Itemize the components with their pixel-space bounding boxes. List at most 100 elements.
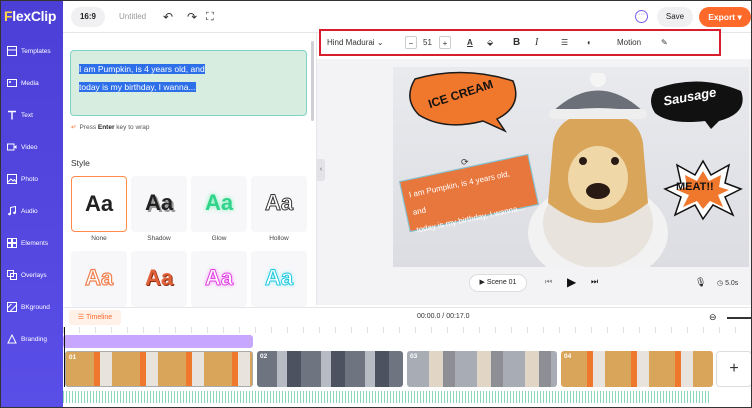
text-color-icon[interactable]: A — [467, 36, 473, 49]
audio-waveform[interactable] — [63, 391, 711, 403]
sidebar-item-templates[interactable]: Templates — [1, 37, 63, 67]
timeline-area: 01 02 03 04 + — [63, 327, 751, 407]
alignment-icon[interactable]: ☰ — [561, 36, 568, 49]
next-scene-icon[interactable]: ⏭ — [591, 277, 598, 287]
zoom-out-icon[interactable]: ⊖ — [709, 312, 717, 323]
flexclip-logo[interactable]: FlexClip — [4, 8, 56, 24]
style-hollow-card[interactable]: Aa — [251, 176, 307, 232]
sidebar-item-label: Elements — [21, 240, 49, 247]
style-cyan-neon-card[interactable]: Aa — [251, 251, 307, 307]
style-sample: Aa — [264, 265, 294, 291]
text-content-input[interactable]: I am Pumpkin, is 4 years old, and today … — [70, 50, 307, 116]
font-size-increase-button[interactable]: + — [439, 36, 451, 49]
sidebar-item-label: Templates — [21, 48, 51, 55]
previous-scene-icon[interactable]: ⏮ — [545, 277, 552, 287]
clip-number: 01 — [69, 354, 77, 361]
video-canvas[interactable]: ICE CREAM Sausage MEAT!! ⟳ I am Pumpkin,… — [393, 67, 749, 267]
highlight-color-icon[interactable]: ⬙ — [487, 36, 493, 49]
style-section-title: Style — [71, 158, 90, 168]
sidebar-item-video[interactable]: Video — [1, 133, 63, 163]
style-shadow-card[interactable]: Aa — [131, 176, 187, 232]
italic-icon[interactable]: I — [535, 36, 538, 49]
style-label: Glow — [211, 235, 227, 242]
chevron-down-icon: ⌄ — [376, 38, 384, 47]
timeline-clip-1[interactable]: 01 — [65, 351, 253, 387]
style-sample: Aa — [204, 265, 234, 291]
sidebar-item-text[interactable]: Text — [1, 101, 63, 131]
style-pink-neon-card[interactable]: Aa — [191, 251, 247, 307]
timeline-clip-2[interactable]: 02 — [257, 351, 403, 387]
bold-icon[interactable]: B — [513, 36, 520, 49]
sidebar-item-label: Audio — [21, 208, 38, 215]
save-button[interactable]: Save — [657, 7, 693, 27]
timeline-clip-4[interactable]: 04 — [561, 351, 713, 387]
clip-number: 04 — [564, 353, 572, 360]
elements-icon — [7, 238, 17, 248]
sidebar-item-elements[interactable]: Elements — [1, 229, 63, 259]
video-icon — [7, 143, 17, 151]
chat-icon[interactable]: ··· — [635, 10, 648, 23]
style-sample: Aa — [204, 190, 234, 215]
scene-duration[interactable]: ◷ 5.0s — [717, 279, 738, 287]
export-button[interactable]: Export ▾ — [699, 7, 751, 27]
style-sample: Aa — [264, 190, 294, 216]
sidebar-item-background[interactable]: BKground — [1, 293, 63, 323]
redo-icon[interactable]: ↷ — [187, 10, 197, 24]
microphone-icon[interactable]: 🎙 — [695, 277, 706, 288]
sidebar-item-label: BKground — [21, 304, 50, 311]
selected-text-element[interactable]: I am Pumpkin, is 4 years old, and today … — [399, 153, 539, 235]
style-sample: Aa — [144, 265, 174, 290]
text-line-1: I am Pumpkin, is 4 years old, and — [79, 64, 205, 74]
style-label: None — [91, 235, 107, 242]
style-label: Hollow — [269, 235, 289, 242]
style-sample: Aa — [84, 191, 114, 216]
timeline-clip-3[interactable]: 03 — [407, 351, 557, 387]
timeline-toggle-button[interactable]: ☰ Timeline — [69, 310, 121, 325]
project-title[interactable]: Untitled — [119, 12, 146, 21]
style-sample: Aa — [84, 264, 114, 290]
add-clip-button[interactable]: + — [716, 351, 751, 387]
style-label: Shadow — [147, 235, 171, 242]
zoom-slider[interactable] — [727, 317, 751, 319]
sidebar-item-overlays[interactable]: Overlays — [1, 261, 63, 291]
font-select[interactable]: Hind Madurai ⌄ — [327, 36, 384, 49]
preview-area: ‹ ICE CREAM Sausage MEAT!! ⟳ I am Pumpki… — [317, 59, 751, 305]
fullscreen-icon[interactable]: ⛶ — [206, 10, 214, 24]
enter-key-icon: ↵ — [71, 124, 77, 131]
sidebar-item-photo[interactable]: Photo — [1, 165, 63, 195]
style-sample: Aa — [144, 190, 174, 215]
media-icon — [7, 79, 17, 87]
playhead[interactable] — [64, 327, 65, 387]
branding-icon — [7, 334, 17, 344]
sidebar-item-label: Video — [21, 144, 38, 151]
aspect-ratio-button[interactable]: 16:9 — [71, 7, 105, 27]
style-glow-card[interactable]: Aa — [191, 176, 247, 232]
sidebar-item-label: Text — [21, 112, 33, 119]
scene-play-button[interactable]: ▶ Scene 01 — [469, 274, 527, 292]
timeline-ruler[interactable] — [63, 327, 751, 333]
style-red-shadow-card[interactable]: Aa — [131, 251, 187, 307]
play-icon[interactable]: ▶ — [567, 275, 576, 289]
timeline-time: 00:00.0 / 00:17.0 — [417, 313, 470, 320]
audio-icon — [8, 206, 16, 216]
sidebar-item-media[interactable]: Media — [1, 69, 63, 99]
overlay-track[interactable] — [63, 335, 253, 348]
font-size-value[interactable]: 51 — [423, 36, 432, 49]
sidebar-item-label: Branding — [21, 336, 48, 343]
style-none-card[interactable]: Aa — [71, 176, 127, 232]
motion-button[interactable]: Motion — [617, 36, 641, 49]
sidebar-item-label: Photo — [21, 176, 38, 183]
panel-scrollbar[interactable] — [311, 41, 314, 121]
text-toolbar: Hind Madurai ⌄ − 51 + A ⬙ B I ☰ ◐ Motion… — [319, 29, 721, 56]
edit-pen-icon[interactable]: ✎ — [661, 36, 668, 49]
collapse-panel-button[interactable]: ‹ — [317, 159, 325, 181]
undo-icon[interactable]: ↶ — [163, 10, 173, 24]
sidebar-item-audio[interactable]: Audio — [1, 197, 63, 227]
sidebar-item-branding[interactable]: Branding — [1, 325, 63, 355]
text-icon — [8, 110, 16, 120]
font-size-decrease-button[interactable]: − — [405, 36, 417, 49]
clip-number: 03 — [410, 353, 418, 360]
opacity-icon[interactable]: ◐ — [587, 36, 592, 49]
style-outline-orange-card[interactable]: Aa — [71, 251, 127, 307]
canvas-text-line-2: today is my birthday, I wanna... — [415, 203, 525, 235]
